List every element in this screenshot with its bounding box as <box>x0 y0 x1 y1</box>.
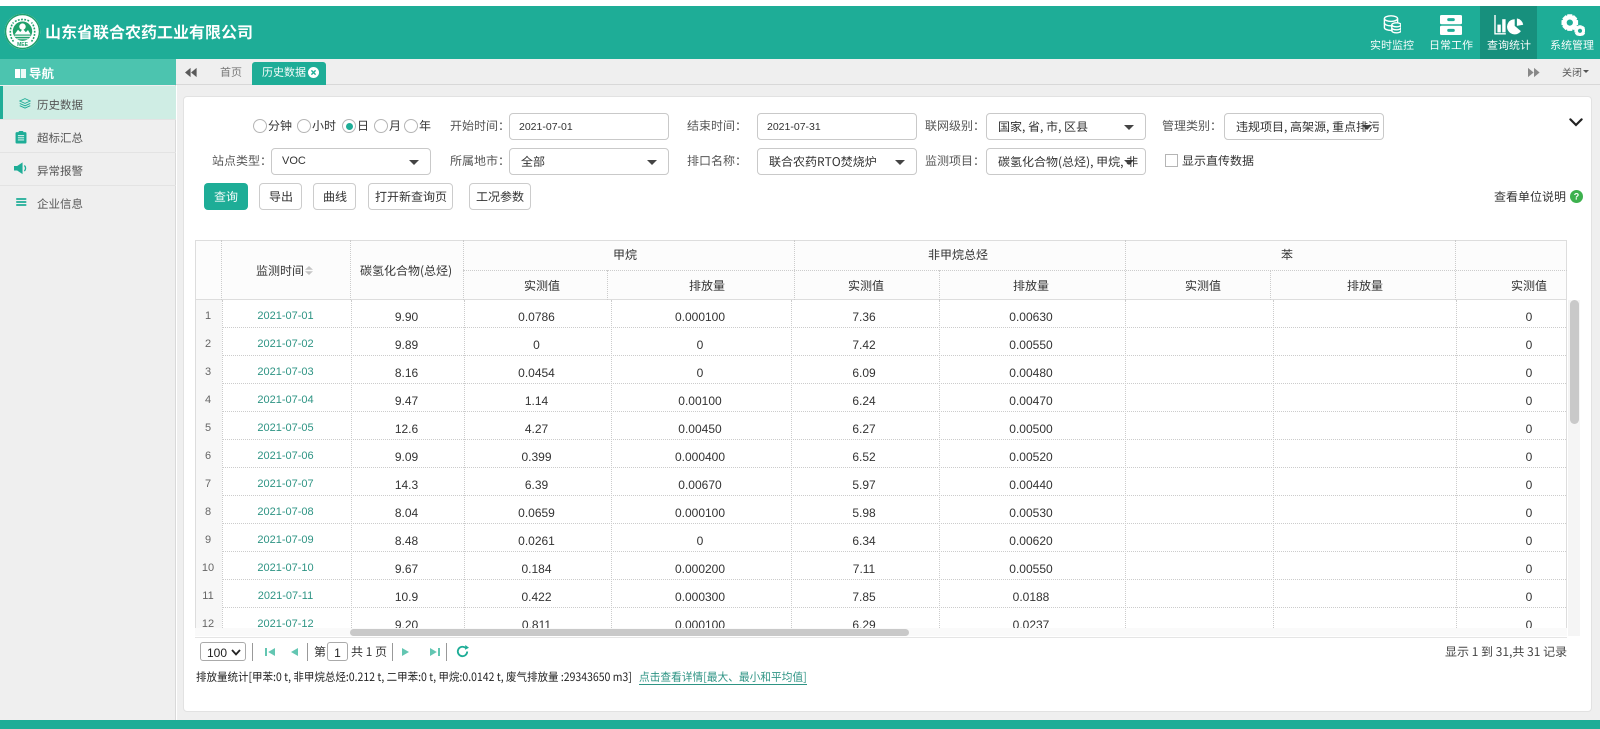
svg-text:?: ? <box>1574 192 1580 202</box>
svg-text:MEE: MEE <box>17 42 29 48</box>
